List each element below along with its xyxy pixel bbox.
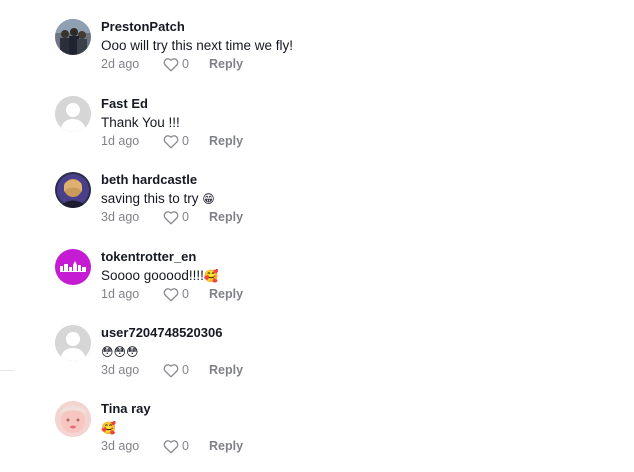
comment-username[interactable]: user7204748520306 [101, 325, 222, 341]
emoji: 🥰 [203, 269, 219, 283]
comment-meta: 2d ago 0 Reply [101, 55, 243, 73]
comment-username[interactable]: PrestonPatch [101, 19, 185, 35]
reply-button[interactable]: Reply [209, 132, 243, 150]
comment-username[interactable]: beth hardcastle [101, 172, 197, 188]
like-count: 0 [182, 287, 189, 301]
avatar[interactable] [55, 19, 91, 55]
comment-item: Fast Ed Thank You !!! 1d ago 0 Reply [55, 96, 615, 156]
like-button[interactable]: 0 [163, 208, 209, 226]
comment-time: 2d ago [101, 57, 140, 71]
heart-icon [163, 210, 179, 224]
heart-icon [163, 134, 179, 148]
default-user-icon [55, 325, 91, 361]
comment-time: 3d ago [101, 210, 140, 224]
reply-button[interactable]: Reply [209, 437, 243, 455]
avatar[interactable] [55, 96, 91, 132]
comment-text: 😳😳😳 [101, 343, 139, 361]
like-button[interactable]: 0 [163, 132, 209, 150]
comment-text: Soooo gooood!!!!🥰 [101, 268, 219, 283]
default-user-icon [55, 96, 91, 132]
like-button[interactable]: 0 [163, 437, 209, 455]
comment-username[interactable]: Fast Ed [101, 96, 148, 112]
comment-text: 🥰 [101, 419, 116, 437]
heart-icon [163, 287, 179, 302]
reply-button[interactable]: Reply [209, 285, 243, 303]
comment-time: 1d ago [101, 134, 140, 148]
photo-group-icon [55, 19, 91, 55]
like-count: 0 [182, 210, 189, 224]
emoji: 🥰 [101, 421, 116, 435]
comment-meta: 3d ago 0 Reply [101, 361, 243, 379]
heart-icon [163, 57, 179, 71]
skyline-logo-icon [55, 249, 91, 285]
like-count: 0 [182, 439, 189, 453]
comment-time: 3d ago [101, 363, 140, 377]
comment-time: 1d ago [101, 287, 140, 301]
comment-item: PrestonPatch Ooo will try this next time… [55, 19, 615, 79]
comment-item: Tina ray 🥰 3d ago 0 Reply [55, 401, 615, 461]
emoji: 😁 [202, 192, 215, 206]
like-count: 0 [182, 363, 189, 377]
reply-button[interactable]: Reply [209, 208, 243, 226]
avatar[interactable] [55, 401, 91, 437]
comment-meta: 1d ago 0 Reply [101, 285, 243, 303]
comment-username[interactable]: tokentrotter_en [101, 249, 196, 265]
avatar[interactable] [55, 172, 91, 208]
comment-item: beth hardcastle saving this to try 😁 3d … [55, 172, 615, 232]
comment-username[interactable]: Tina ray [101, 401, 151, 417]
comment-text: Thank You !!! [101, 115, 180, 130]
comment-meta: 3d ago 0 Reply [101, 437, 243, 455]
comment-item: user7204748520306 😳😳😳 3d ago 0 Reply [55, 325, 615, 385]
photo-face-icon [55, 401, 91, 437]
like-count: 0 [182, 134, 189, 148]
reply-button[interactable]: Reply [209, 361, 243, 379]
comment-time: 3d ago [101, 439, 140, 453]
reply-button[interactable]: Reply [209, 55, 243, 73]
divider [0, 370, 14, 371]
avatar[interactable] [55, 249, 91, 285]
like-count: 0 [182, 57, 189, 71]
heart-icon [163, 439, 179, 454]
comment-meta: 1d ago 0 Reply [101, 132, 243, 150]
like-button[interactable]: 0 [163, 361, 209, 379]
like-button[interactable]: 0 [163, 55, 209, 73]
photo-portrait-icon [55, 172, 91, 208]
comment-text: Ooo will try this next time we fly! [101, 38, 294, 53]
comment-list: PrestonPatch Ooo will try this next time… [0, 0, 634, 472]
comment-item: tokentrotter_en Soooo gooood!!!!🥰 1d ago… [55, 249, 615, 309]
emoji: 😳😳😳 [101, 345, 139, 359]
like-button[interactable]: 0 [163, 285, 209, 303]
avatar[interactable] [55, 325, 91, 361]
comment-meta: 3d ago 0 Reply [101, 208, 243, 226]
comment-text: saving this to try 😁 [101, 191, 215, 206]
heart-icon [163, 363, 179, 378]
